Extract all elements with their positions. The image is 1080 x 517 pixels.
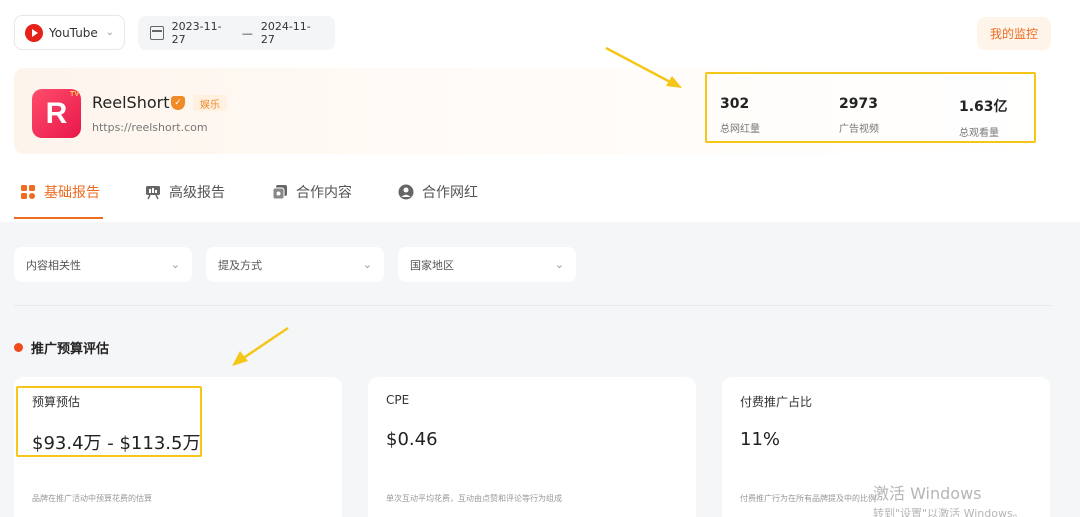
user-icon (398, 184, 414, 200)
grid-icon (21, 185, 35, 199)
tab-label: 基础报告 (44, 185, 100, 201)
stat-influencers: 302 总网红量 (720, 96, 760, 135)
filter-content-relevance[interactable]: 内容相关性 ⌄ (14, 247, 192, 282)
chevron-down-icon: ⌄ (362, 258, 372, 271)
presentation-icon (146, 186, 160, 200)
platform-label: YouTube (49, 25, 98, 40)
annotation-arrow-icon (605, 46, 682, 88)
my-monitor-button[interactable]: 我的监控 (977, 17, 1051, 50)
tab-label: 合作网红 (422, 185, 478, 201)
watermark-line2: 转到"设置"以激活 Windows。 (873, 507, 1024, 517)
copy-icon (272, 185, 287, 200)
stat-label: 总观看量 (959, 128, 999, 139)
section-title-text: 推广预算评估 (31, 342, 110, 357)
date-separator: — (241, 26, 253, 40)
stat-total-views: 1.63亿 总观看量 (959, 96, 1008, 139)
chevron-down-icon: ⌄ (554, 258, 564, 271)
brand-logo: R TV (32, 89, 81, 138)
active-tab-indicator (14, 217, 103, 219)
brand-logo-letter: R (45, 96, 68, 130)
chevron-down-icon: ⌄ (170, 258, 180, 271)
card-value: 11% (740, 429, 781, 450)
card-value: $0.46 (386, 429, 438, 450)
platform-select[interactable]: YouTube ⌄ (14, 15, 125, 50)
section-title: 推广预算评估 (14, 338, 109, 357)
filter-label: 提及方式 (218, 258, 262, 272)
card-note: 品牌在推广活动中预算花费的估算 (32, 494, 152, 503)
verified-shield-icon: ✓ (171, 96, 185, 110)
watermark-line1: 激活 Windows (873, 484, 982, 503)
brand-logo-badge: TV (70, 91, 79, 98)
annotation-arrow-icon (232, 326, 289, 366)
tab-advanced-report[interactable]: 高级报告 (145, 182, 225, 202)
tab-basic-report[interactable]: 基础报告 (20, 182, 100, 202)
tab-collab-influencers[interactable]: 合作网红 (398, 182, 478, 202)
date-end: 2024-11-27 (260, 20, 311, 46)
stat-value: 1.63亿 (959, 99, 1008, 115)
section-divider (14, 305, 1052, 306)
stats-highlight-box: 302 总网红量 2973 广告视频 1.63亿 总观看量 (705, 72, 1036, 143)
stat-label: 总网红量 (720, 124, 760, 135)
tab-collab-content[interactable]: 合作内容 (272, 182, 352, 202)
card-note: 付费推广行为在所有品牌提及中的比例 (740, 494, 876, 503)
calendar-icon (150, 26, 164, 40)
chevron-down-icon: ⌄ (105, 27, 114, 38)
filter-label: 内容相关性 (26, 258, 81, 272)
stat-ad-videos: 2973 广告视频 (839, 96, 879, 135)
date-range-picker[interactable]: 2023-11-27 — 2024-11-27 (138, 16, 335, 50)
bullet-dot-icon (14, 343, 23, 352)
card-note: 单次互动平均花费，互动由点赞和评论等行为组成 (386, 494, 562, 503)
windows-activation-watermark: 激活 Windows 转到"设置"以激活 Windows。 (873, 480, 1024, 517)
brand-url[interactable]: https://reelshort.com (92, 121, 208, 134)
card-title: 付费推广占比 (740, 395, 813, 409)
report-tabs: 基础报告 高级报告 合作内容 合作网红 (0, 170, 1080, 222)
tab-label: 高级报告 (169, 185, 225, 201)
card-title: CPE (386, 393, 410, 407)
brand-name: ReelShort (92, 93, 170, 112)
filter-mention-type[interactable]: 提及方式 ⌄ (206, 247, 384, 282)
youtube-icon (25, 23, 43, 42)
brand-category-tag: 娱乐 (193, 95, 227, 111)
stat-value: 302 (720, 96, 750, 112)
cpe-card: CPE $0.46 单次互动平均花费，互动由点赞和评论等行为组成 (368, 377, 696, 517)
filter-country-region[interactable]: 国家地区 ⌄ (398, 247, 576, 282)
date-start: 2023-11-27 (171, 20, 222, 46)
filter-label: 国家地区 (410, 258, 454, 272)
stat-value: 2973 (839, 96, 878, 112)
tab-label: 合作内容 (296, 185, 352, 201)
budget-highlight-box (16, 386, 202, 457)
stat-label: 广告视频 (839, 124, 879, 135)
